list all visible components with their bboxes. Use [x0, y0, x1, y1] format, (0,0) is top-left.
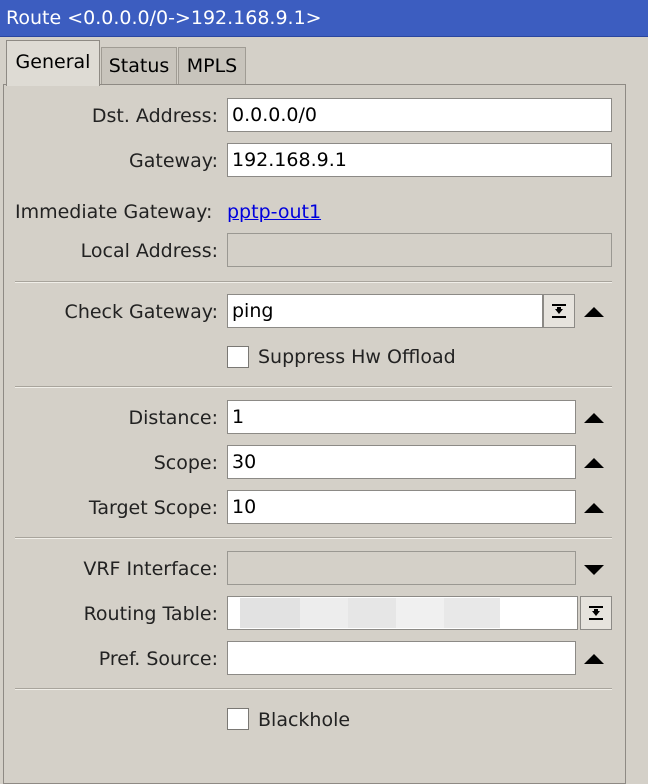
- target-scope-input[interactable]: 10: [227, 490, 576, 524]
- suppress-hw-offload-label: Suppress Hw Offload: [258, 346, 456, 368]
- target-scope-label: Target Scope:: [88, 497, 218, 519]
- tab-general[interactable]: General: [6, 40, 100, 86]
- distance-remove-icon[interactable]: [584, 413, 604, 423]
- dropdown-arrow-icon: [589, 606, 603, 620]
- redacted-block: [396, 598, 444, 628]
- distance-input[interactable]: 1: [227, 400, 576, 434]
- distance-label: Distance:: [128, 407, 218, 429]
- immediate-gateway-link[interactable]: pptp-out1: [227, 200, 321, 224]
- separator: [15, 688, 612, 690]
- scope-remove-icon[interactable]: [584, 458, 604, 468]
- separator: [15, 537, 612, 539]
- pref-source-remove-icon[interactable]: [584, 654, 604, 664]
- dropdown-arrow-icon: [552, 304, 566, 318]
- routing-table-select[interactable]: [227, 596, 578, 630]
- gateway-label: Gateway:: [129, 150, 218, 172]
- dst-address-label: Dst. Address:: [91, 105, 218, 127]
- tab-mpls[interactable]: MPLS: [178, 47, 246, 85]
- check-gateway-dropdown-button[interactable]: [543, 294, 575, 328]
- suppress-hw-offload-checkbox[interactable]: [227, 346, 249, 368]
- blackhole-label: Blackhole: [258, 709, 351, 731]
- tab-status[interactable]: Status: [101, 47, 177, 85]
- redacted-block: [348, 598, 396, 628]
- redacted-block: [444, 598, 500, 628]
- local-address-field: [227, 233, 612, 267]
- pref-source-input[interactable]: [227, 641, 576, 675]
- immediate-gateway-label: Immediate Gateway:: [15, 201, 213, 223]
- check-gateway-remove-icon[interactable]: [584, 307, 604, 317]
- target-scope-remove-icon[interactable]: [584, 503, 604, 513]
- dst-address-input[interactable]: 0.0.0.0/0: [227, 98, 612, 132]
- separator: [15, 386, 612, 388]
- scope-input[interactable]: 30: [227, 445, 576, 479]
- local-address-label: Local Address:: [80, 240, 218, 262]
- check-gateway-select[interactable]: ping: [227, 294, 543, 328]
- vrf-interface-expand-icon[interactable]: [584, 565, 604, 575]
- gateway-input[interactable]: 192.168.9.1: [227, 143, 612, 177]
- vrf-interface-label: VRF Interface:: [83, 558, 218, 580]
- blackhole-checkbox[interactable]: [227, 708, 249, 730]
- check-gateway-label: Check Gateway:: [64, 301, 218, 323]
- redacted-block: [240, 598, 300, 628]
- vrf-interface-field: [227, 551, 576, 585]
- general-panel: [3, 84, 626, 784]
- separator: [15, 281, 612, 283]
- pref-source-label: Pref. Source:: [98, 648, 218, 670]
- scope-label: Scope:: [153, 452, 218, 474]
- window-title: Route <0.0.0.0/0->192.168.9.1>: [0, 0, 648, 37]
- redacted-block: [300, 598, 348, 628]
- routing-table-label: Routing Table:: [83, 603, 218, 625]
- routing-table-dropdown-button[interactable]: [580, 596, 612, 630]
